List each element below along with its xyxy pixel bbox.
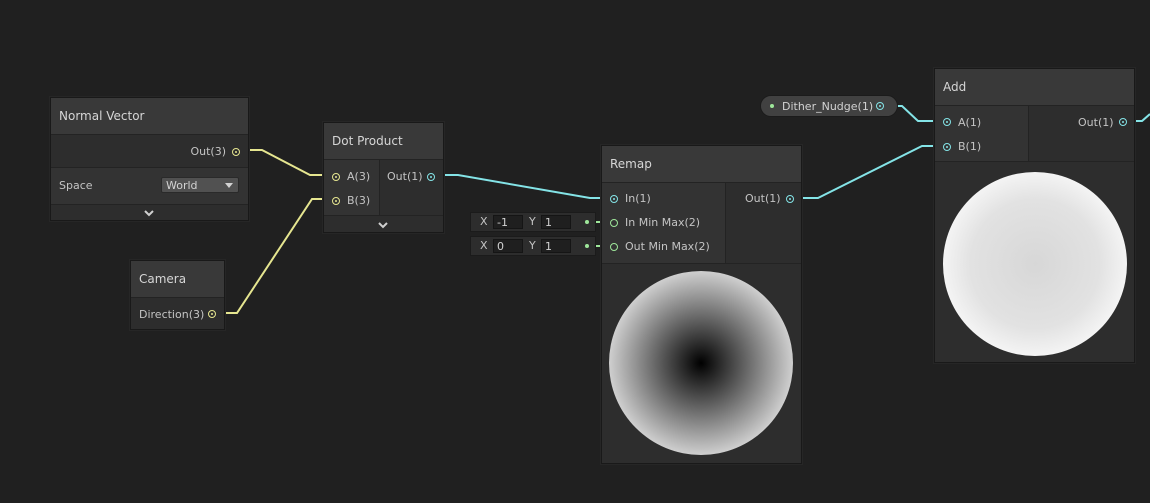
output-port-label: Out(1) <box>1078 116 1114 129</box>
normal-vector-node[interactable]: Normal Vector Out(3) Space World <box>50 97 249 221</box>
node-title: Add <box>935 69 1134 106</box>
node-title: Remap <box>602 146 801 183</box>
port-icon[interactable] <box>208 310 216 318</box>
port-icon <box>585 220 589 224</box>
x-label: X <box>480 239 488 252</box>
input-a-label: A(3) <box>347 170 371 183</box>
port-icon[interactable] <box>610 195 618 203</box>
property-label: Dither_Nudge(1) <box>782 100 874 113</box>
camera-node[interactable]: Camera Direction(3) <box>130 260 225 330</box>
port-icon[interactable] <box>610 219 618 227</box>
port-icon[interactable] <box>232 148 240 156</box>
port-icon[interactable] <box>332 197 340 205</box>
port-icon[interactable] <box>427 173 435 181</box>
port-icon[interactable] <box>943 143 951 151</box>
wire-remap-to-add-b <box>794 145 941 199</box>
add-preview <box>935 161 1134 362</box>
chevron-down-icon[interactable] <box>378 220 388 230</box>
node-title: Normal Vector <box>51 98 248 135</box>
port-icon <box>770 104 774 108</box>
port-icon[interactable] <box>943 118 951 126</box>
y-label: Y <box>529 215 536 228</box>
out-max-y-input[interactable]: 1 <box>541 239 571 253</box>
remap-preview <box>602 263 801 463</box>
port-icon[interactable] <box>610 243 618 251</box>
out-min-x-input[interactable]: 0 <box>493 239 523 253</box>
remap-node[interactable]: Remap In(1) In Min Max(2) Out Min Max(2)… <box>601 145 802 464</box>
output-port-label: Out(1) <box>387 170 423 183</box>
port-icon[interactable] <box>1119 118 1127 126</box>
dot-product-node[interactable]: Dot Product A(3) B(3) Out(1) <box>323 122 444 233</box>
port-icon <box>585 244 589 248</box>
input-b-label: B(1) <box>958 140 982 153</box>
node-title: Camera <box>131 261 224 298</box>
in-min-x-input[interactable]: -1 <box>493 215 523 229</box>
x-label: X <box>480 215 488 228</box>
dropdown-arrow-icon <box>225 183 233 188</box>
in-max-y-input[interactable]: 1 <box>541 215 571 229</box>
space-dropdown-value: World <box>166 179 198 192</box>
dither-nudge-property[interactable]: Dither_Nudge(1) <box>760 95 898 117</box>
in-label: In(1) <box>625 192 651 205</box>
node-title: Dot Product <box>324 123 443 160</box>
wire-dot-to-remap <box>436 174 609 199</box>
space-dropdown[interactable]: World <box>161 177 239 193</box>
input-a-label: A(1) <box>958 116 982 129</box>
output-port-label: Out(3) <box>190 145 226 158</box>
add-node[interactable]: Add A(1) B(1) Out(1) <box>934 68 1135 363</box>
shader-graph-canvas[interactable]: Normal Vector Out(3) Space World Camera … <box>0 0 1150 503</box>
port-icon[interactable] <box>876 102 884 110</box>
in-min-max-field[interactable]: X -1 Y 1 <box>470 212 596 232</box>
preview-sphere <box>609 271 793 455</box>
y-label: Y <box>529 239 536 252</box>
chevron-down-icon[interactable] <box>144 208 154 218</box>
space-label: Space <box>59 179 93 192</box>
port-icon[interactable] <box>332 173 340 181</box>
out-min-max-label: Out Min Max(2) <box>625 240 710 253</box>
output-port-label: Out(1) <box>745 192 781 205</box>
input-b-label: B(3) <box>347 194 371 207</box>
port-icon[interactable] <box>786 195 794 203</box>
output-port-label: Direction(3) <box>139 308 205 321</box>
wire-normal-to-dot-a <box>241 149 331 176</box>
out-min-max-field[interactable]: X 0 Y 1 <box>470 236 596 256</box>
in-min-max-label: In Min Max(2) <box>625 216 701 229</box>
preview-sphere <box>943 172 1127 356</box>
